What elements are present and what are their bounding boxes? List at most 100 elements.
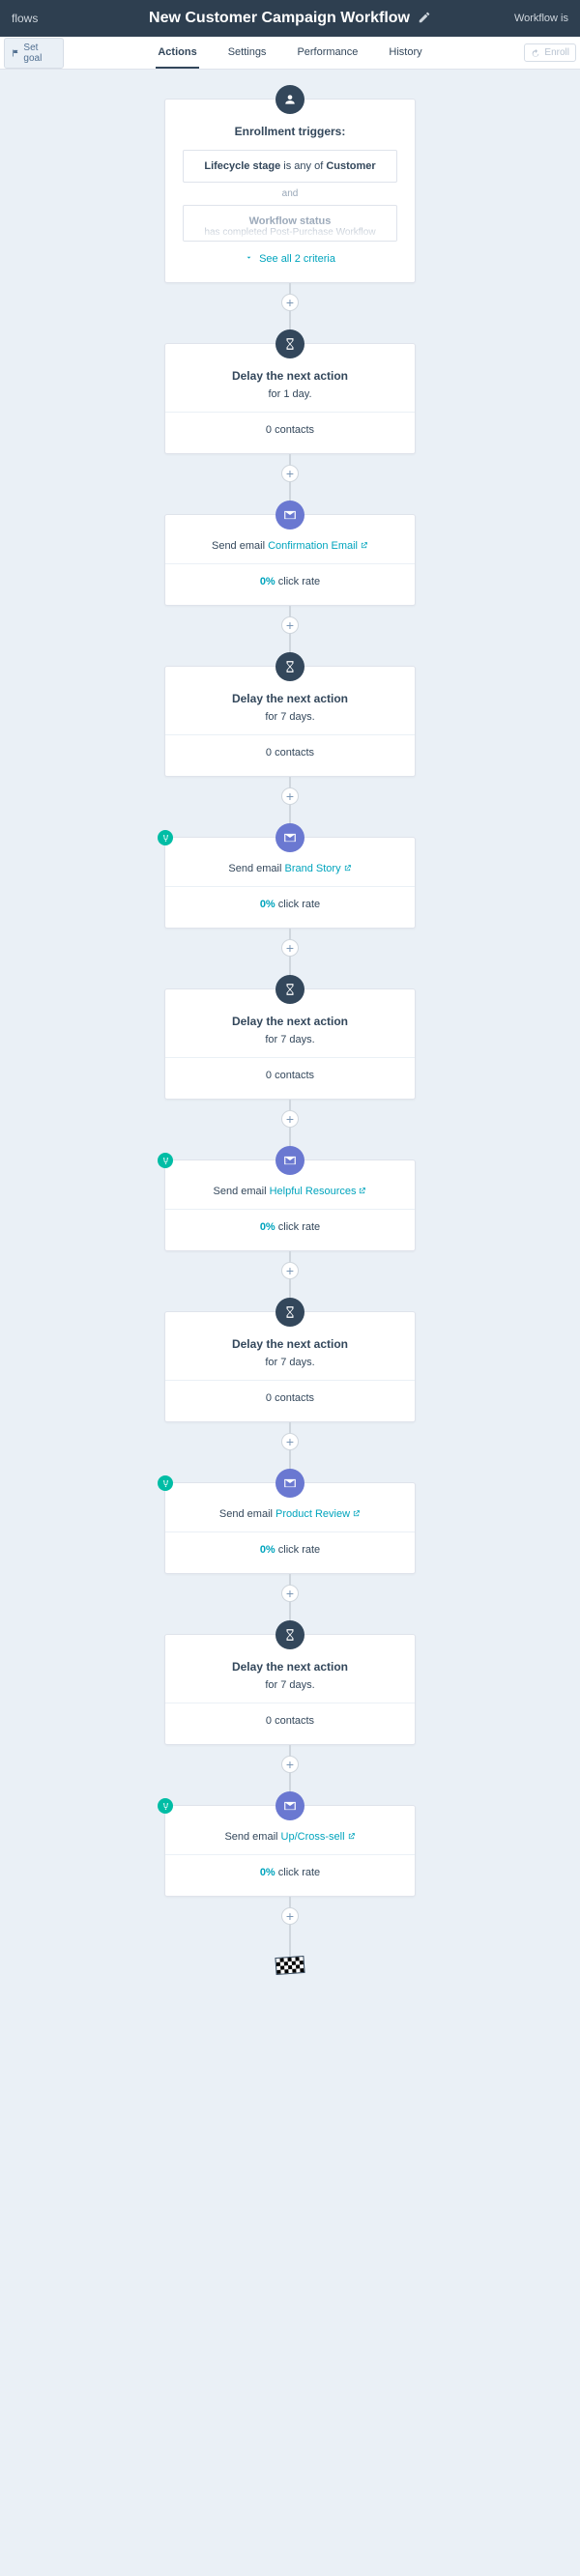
tab-performance[interactable]: Performance: [295, 37, 360, 69]
click-rate: 0% click rate: [165, 886, 415, 910]
connector: +: [289, 1574, 291, 1613]
step-contacts: 0 contacts: [165, 1380, 415, 1404]
external-link-icon[interactable]: [356, 1186, 366, 1197]
email-action-text: Send email Helpful Resources: [165, 1186, 415, 1197]
add-step-button[interactable]: +: [281, 616, 299, 634]
connector: +: [289, 1100, 291, 1138]
delay-card[interactable]: Delay the next action for 7 days. 0 contac…: [164, 1311, 416, 1422]
click-rate: 0% click rate: [165, 1531, 415, 1556]
delay-card[interactable]: Delay the next actionfor 1 day.0 contact…: [164, 343, 416, 454]
delay-card[interactable]: Delay the next action for 7 days. 0 contac…: [164, 988, 416, 1100]
enroll-button[interactable]: Enroll: [524, 43, 576, 62]
external-link-icon[interactable]: [341, 863, 352, 874]
step-duration: for 7 days.: [165, 711, 415, 723]
email-action-text: Send email Up/Cross-sell: [165, 1831, 415, 1843]
step-title: Delay the next action: [165, 1660, 415, 1674]
add-step-button[interactable]: +: [281, 1110, 299, 1128]
see-all-criteria-link[interactable]: See all 2 criteria: [245, 253, 335, 265]
connector: +: [289, 929, 291, 967]
workflow-canvas[interactable]: Enrollment triggers: Lifecycle stage is …: [0, 70, 580, 2051]
add-step-button[interactable]: +: [281, 1262, 299, 1279]
ab-test-icon: [158, 1475, 173, 1491]
step-duration: for 7 days.: [165, 1679, 415, 1691]
add-step-button[interactable]: +: [281, 465, 299, 482]
criteria-1[interactable]: Lifecycle stage is any of Customer: [183, 150, 397, 183]
step-duration: for 7 days.: [165, 1357, 415, 1368]
finish-icon: [275, 1956, 304, 1975]
email-name-link[interactable]: Product Review: [276, 1508, 350, 1520]
hourglass-icon: [276, 975, 304, 1004]
click-rate: 0% click rate: [165, 563, 415, 587]
step-duration: for 7 days.: [165, 1034, 415, 1045]
connector: +: [289, 606, 291, 644]
enrollment-trigger-card[interactable]: Enrollment triggers: Lifecycle stage is …: [164, 99, 416, 283]
breadcrumb-left[interactable]: flows: [12, 12, 99, 25]
email-card[interactable]: Send email Confirmation Email0% click ra…: [164, 514, 416, 606]
add-step-button[interactable]: +: [281, 1756, 299, 1773]
tab-history[interactable]: History: [387, 37, 423, 69]
connector-end: +: [289, 1897, 291, 1935]
step-title: Delay the next action: [165, 692, 415, 705]
email-action-text: Send email Brand Story: [165, 863, 415, 874]
external-link-icon[interactable]: [358, 540, 368, 552]
connector: +: [289, 283, 291, 322]
email-name-link[interactable]: Confirmation Email: [268, 540, 358, 552]
hourglass-icon: [276, 1298, 304, 1327]
external-link-icon[interactable]: [350, 1508, 361, 1520]
email-icon: [276, 1469, 304, 1498]
set-goal-button[interactable]: Set goal: [4, 38, 64, 69]
email-card[interactable]: Send email Up/Cross-sell 0% click rate: [164, 1805, 416, 1897]
add-step-button[interactable]: +: [281, 294, 299, 311]
page-title: New Customer Campaign Workflow: [149, 10, 410, 27]
connector: +: [289, 777, 291, 816]
email-icon: [276, 1146, 304, 1175]
email-icon: [276, 1791, 304, 1820]
hourglass-icon: [276, 329, 304, 358]
connector: +: [289, 454, 291, 493]
add-step-button[interactable]: +: [281, 787, 299, 805]
external-link-icon[interactable]: [345, 1831, 356, 1843]
email-card[interactable]: Send email Helpful Resources 0% click rat…: [164, 1159, 416, 1251]
add-step-button[interactable]: +: [281, 939, 299, 957]
step-contacts: 0 contacts: [165, 734, 415, 758]
step-contacts: 0 contacts: [165, 412, 415, 436]
hourglass-icon: [276, 1620, 304, 1649]
delay-card[interactable]: Delay the next action for 7 days. 0 contac…: [164, 666, 416, 777]
add-step-button[interactable]: +: [281, 1585, 299, 1602]
criteria-2[interactable]: Workflow status has completed Post-Purch…: [183, 205, 397, 242]
ab-test-icon: [158, 1798, 173, 1814]
tab-settings[interactable]: Settings: [226, 37, 269, 69]
ab-test-icon: [158, 1153, 173, 1168]
click-rate: 0% click rate: [165, 1854, 415, 1878]
step-contacts: 0 contacts: [165, 1703, 415, 1727]
connector: +: [289, 1251, 291, 1290]
subheader: Set goal Actions Settings Performance Hi…: [0, 37, 580, 70]
person-icon: [276, 85, 304, 114]
email-icon: [276, 823, 304, 852]
breadcrumb-right: Workflow is: [481, 13, 568, 24]
delay-card[interactable]: Delay the next action for 7 days. 0 contac…: [164, 1634, 416, 1745]
tab-actions[interactable]: Actions: [156, 37, 198, 69]
step-title: Delay the next action: [165, 1337, 415, 1351]
criteria-and: and: [183, 188, 397, 199]
email-icon: [276, 501, 304, 530]
edit-title-icon[interactable]: [418, 11, 431, 27]
click-rate: 0% click rate: [165, 1209, 415, 1233]
step-title: Delay the next action: [165, 1015, 415, 1028]
email-card[interactable]: Send email Product Review 0% click rate: [164, 1482, 416, 1574]
step-contacts: 0 contacts: [165, 1057, 415, 1081]
email-name-link[interactable]: Helpful Resources: [270, 1186, 357, 1197]
email-name-link[interactable]: Brand Story: [285, 863, 341, 874]
tab-bar: Actions Settings Performance History: [68, 37, 512, 69]
connector: +: [289, 1422, 291, 1461]
add-step-button[interactable]: +: [281, 1907, 299, 1925]
email-action-text: Send email Product Review: [165, 1508, 415, 1520]
add-step-button[interactable]: +: [281, 1433, 299, 1450]
topbar: flows New Customer Campaign Workflow Wor…: [0, 0, 580, 37]
step-title: Delay the next action: [165, 369, 415, 383]
email-card[interactable]: Send email Brand Story 0% click rate: [164, 837, 416, 929]
ab-test-icon: [158, 830, 173, 845]
trigger-heading: Enrollment triggers:: [183, 125, 397, 138]
email-name-link[interactable]: Up/Cross-sell: [281, 1831, 345, 1843]
connector: +: [289, 1745, 291, 1784]
